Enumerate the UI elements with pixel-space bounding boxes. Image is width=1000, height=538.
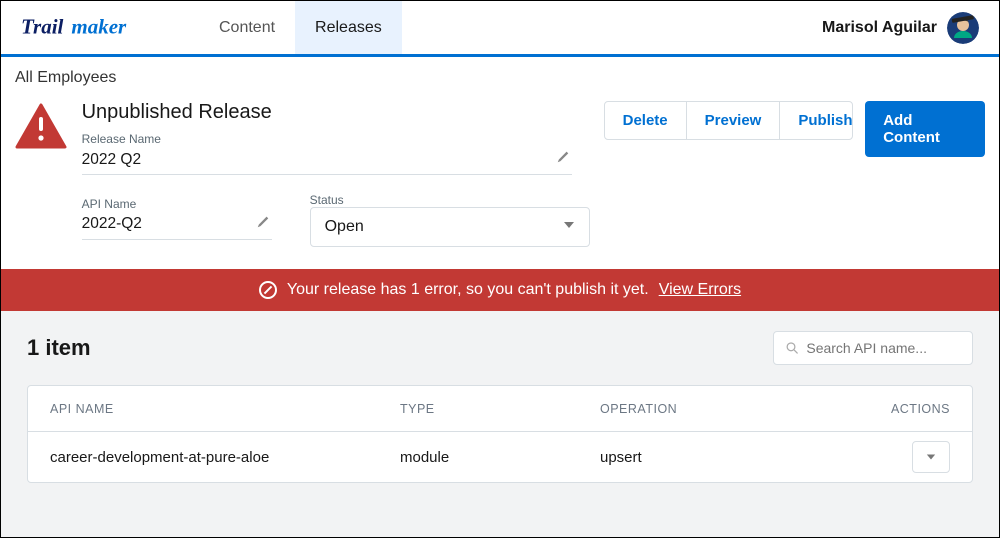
avatar-icon [947,12,979,44]
search-input[interactable] [806,340,960,356]
user-menu[interactable]: Marisol Aguilar [822,1,979,54]
publish-button[interactable]: Publish [780,102,853,139]
cell-type: module [400,449,600,466]
view-errors-link[interactable]: View Errors [659,281,741,299]
release-name-label: Release Name [82,132,590,146]
cell-api-name: career-development-at-pure-aloe [50,449,400,466]
error-banner: Your release has 1 error, so you can't p… [1,269,999,311]
status-value: Open [325,218,364,236]
search-input-wrapper[interactable] [773,331,973,365]
pencil-icon[interactable] [556,150,570,169]
add-content-button[interactable]: Add Content [865,101,985,157]
col-api-name: API NAME [50,402,400,416]
col-type: TYPE [400,402,600,416]
tab-releases[interactable]: Releases [295,0,402,54]
cell-operation: upsert [600,449,820,466]
svg-text:Trail: Trail [21,14,64,38]
pencil-icon[interactable] [256,215,270,234]
top-nav: Trail maker Content Releases Marisol Agu… [1,1,999,57]
release-heading: Unpublished Release [82,101,590,124]
chevron-down-icon [926,452,936,462]
preview-button[interactable]: Preview [687,102,781,139]
col-actions: ACTIONS [820,402,950,416]
status-select[interactable]: Open [310,207,590,247]
chevron-down-icon [563,218,575,236]
col-operation: OPERATION [600,402,820,416]
items-section: 1 item API NAME TYPE OPERATION ACTIONS c… [1,311,999,537]
search-icon [786,341,798,355]
status-label: Status [310,193,590,207]
error-banner-text: Your release has 1 error, so you can't p… [287,281,649,299]
delete-button[interactable]: Delete [605,102,687,139]
prohibit-icon [259,281,277,299]
release-name-field[interactable]: 2022 Q2 [82,146,572,175]
breadcrumb[interactable]: All Employees [1,57,999,87]
brand-logo: Trail maker [21,1,199,54]
tab-content[interactable]: Content [199,0,295,54]
api-name-value: 2022-Q2 [82,215,142,233]
table-row: career-development-at-pure-aloe module u… [28,432,972,482]
release-action-group: Delete Preview Publish [604,101,854,140]
api-name-label: API Name [82,197,272,211]
items-count: 1 item [27,335,91,361]
release-name-value: 2022 Q2 [82,151,141,169]
warning-icon [15,103,67,149]
svg-text:maker: maker [71,14,127,38]
items-table: API NAME TYPE OPERATION ACTIONS career-d… [27,385,973,483]
release-header: Unpublished Release Release Name 2022 Q2… [1,87,999,269]
api-name-field[interactable]: 2022-Q2 [82,211,272,240]
user-name-label: Marisol Aguilar [822,19,937,37]
row-actions-menu[interactable] [912,441,950,473]
